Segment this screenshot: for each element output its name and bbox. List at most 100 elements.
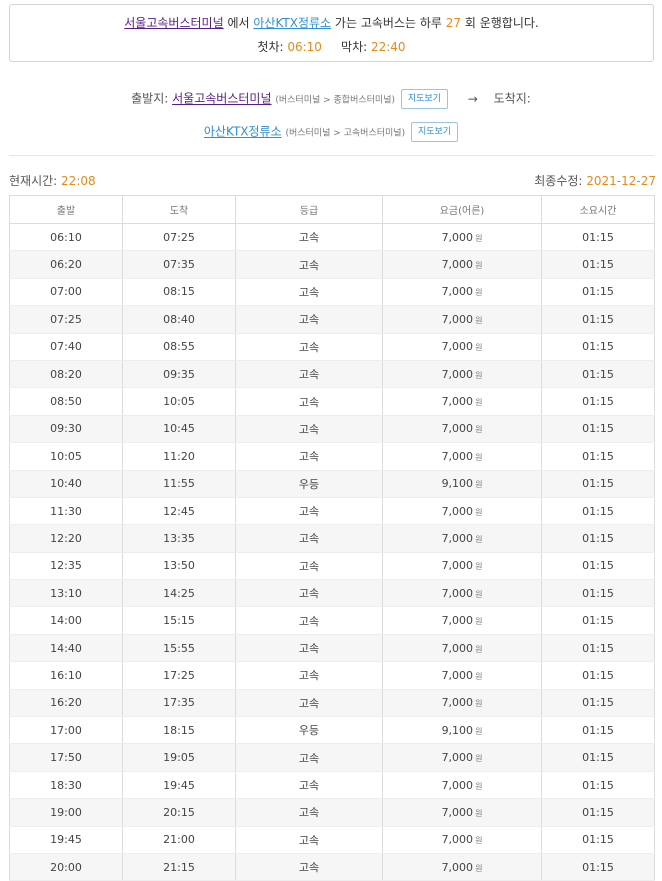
fare-amount: 7,000 (441, 641, 474, 655)
fare-amount: 7,000 (441, 230, 474, 244)
currency-unit: 원 (475, 261, 483, 271)
currency-unit: 원 (475, 425, 483, 435)
last-updated-value: 2021-12-27 (586, 174, 656, 188)
from-text: 에서 (227, 16, 250, 30)
departure-cell: 10:05 (9, 442, 123, 471)
departure-cell: 06:10 (9, 223, 123, 252)
currency-unit: 원 (475, 288, 483, 298)
currency-unit: 원 (475, 726, 483, 736)
fare-amount: 7,000 (441, 285, 474, 299)
currency-unit: 원 (475, 398, 483, 408)
table-row: 19:00 20:15 고속 7,000 원 01:15 (9, 798, 655, 827)
header-grade: 등급 (235, 195, 383, 224)
header-departure: 출발 (9, 195, 123, 224)
currency-unit: 원 (475, 452, 483, 462)
arrival-cell: 09:35 (122, 360, 236, 389)
departure-cell: 08:50 (9, 387, 123, 416)
timetable-header-row: 출발 도착 등급 요금(어른) 소요시간 (9, 195, 655, 224)
fare-cell: 7,000 원 (382, 826, 542, 854)
table-row: 17:00 18:15 우등 9,100 원 01:15 (9, 716, 655, 745)
departure-cell: 07:25 (9, 305, 123, 334)
departure-cell: 17:50 (9, 743, 123, 772)
grade-cell: 고속 (235, 661, 383, 690)
fare-amount: 7,000 (441, 449, 474, 463)
grade-cell: 고속 (235, 552, 383, 581)
grade-cell: 고속 (235, 826, 383, 854)
fare-amount: 7,000 (441, 668, 474, 682)
table-row: 11:30 12:45 고속 7,000 원 01:15 (9, 497, 655, 526)
fare-cell: 7,000 원 (382, 305, 542, 334)
timetable: 출발 도착 등급 요금(어른) 소요시간 06:10 07:25 고속 7,000 원 0… (9, 195, 655, 881)
arrival-cell: 07:35 (122, 250, 236, 279)
last-updated-label: 최종수정: (534, 174, 583, 188)
arrival-cell: 19:05 (122, 743, 236, 772)
arrival-cell: 13:50 (122, 552, 236, 581)
arrival-terminal-link[interactable]: 아산KTX정류소 (253, 16, 331, 30)
grade-cell: 우등 (235, 716, 383, 745)
route-departure-link[interactable]: 서울고속버스터미널 (172, 92, 271, 106)
currency-unit: 원 (475, 644, 483, 654)
grade-cell: 고속 (235, 250, 383, 279)
fare-amount: 7,000 (441, 805, 474, 819)
fare-amount: 7,000 (441, 778, 474, 792)
arrival-cell: 17:35 (122, 689, 236, 718)
departure-cell: 07:40 (9, 333, 123, 361)
arrival-cell: 08:55 (122, 333, 236, 361)
duration-cell: 01:15 (541, 606, 655, 635)
current-time-value: 22:08 (61, 174, 96, 188)
departure-path: (버스터미널 > 종합버스터미널) (275, 95, 395, 106)
fare-amount: 7,000 (441, 395, 474, 409)
arrival-path: (버스터미널 > 고속버스터미널) (285, 128, 406, 139)
first-bus-label: 첫차: (257, 40, 284, 54)
fare-cell: 7,000 원 (382, 579, 542, 608)
duration-cell: 01:15 (541, 305, 655, 334)
fare-cell: 7,000 원 (382, 497, 542, 526)
fare-amount: 7,000 (441, 312, 474, 326)
currency-unit: 원 (475, 699, 483, 709)
fare-cell: 7,000 원 (382, 250, 542, 279)
grade-cell: 고속 (235, 305, 383, 334)
table-row: 14:00 15:15 고속 7,000 원 01:15 (9, 606, 655, 635)
table-row: 14:40 15:55 고속 7,000 원 01:15 (9, 634, 655, 663)
route-departure-line: 출발지: 서울고속버스터미널 (버스터미널 > 종합버스터미널) 지도보기 → … (0, 89, 662, 110)
grade-cell: 고속 (235, 387, 383, 416)
table-row: 09:30 10:45 고속 7,000 원 01:15 (9, 415, 655, 444)
departure-cell: 07:00 (9, 278, 123, 307)
departure-cell: 19:00 (9, 798, 123, 827)
duration-cell: 01:15 (541, 689, 655, 718)
last-updated: 최종수정: 2021-12-27 (534, 172, 656, 189)
fare-amount: 7,000 (441, 696, 474, 710)
duration-cell: 01:15 (541, 387, 655, 416)
departure-cell: 16:20 (9, 689, 123, 718)
departure-map-button[interactable]: 지도보기 (400, 89, 448, 109)
fare-amount: 7,000 (441, 531, 474, 545)
arrival-map-button[interactable]: 지도보기 (410, 122, 459, 142)
table-row: 16:20 17:35 고속 7,000 원 01:15 (9, 689, 655, 718)
route-arrival-line: 아산KTX정류소 (버스터미널 > 고속버스터미널) 지도보기 (0, 122, 662, 143)
last-bus-time: 22:40 (370, 40, 406, 54)
grade-cell: 고속 (235, 771, 383, 800)
divider (9, 155, 654, 156)
header-duration: 소요시간 (541, 195, 655, 224)
currency-unit: 원 (475, 562, 483, 572)
arrival-cell: 15:55 (122, 634, 236, 663)
arrival-cell: 07:25 (122, 223, 236, 252)
header-arrival: 도착 (122, 195, 236, 224)
arrival-cell: 21:00 (122, 826, 236, 854)
table-row: 16:10 17:25 고속 7,000 원 01:15 (9, 661, 655, 690)
fare-cell: 7,000 원 (382, 771, 542, 800)
route-arrival-link[interactable]: 아산KTX정류소 (204, 125, 282, 139)
duration-cell: 01:15 (541, 250, 655, 279)
departure-label: 출발지: (131, 91, 169, 106)
arrival-cell: 15:15 (122, 606, 236, 635)
departure-terminal-link[interactable]: 서울고속버스터미널 (124, 16, 223, 30)
fare-cell: 7,000 원 (382, 442, 542, 471)
departure-cell: 08:20 (9, 360, 123, 389)
fare-amount: 7,000 (441, 559, 474, 573)
last-bus-label: 막차: (341, 40, 368, 54)
schedule-summary-box: 서울고속버스터미널 에서 아산KTX정류소 가는 고속버스는 하루 27 회 운… (9, 4, 654, 62)
fare-amount: 7,000 (441, 860, 474, 874)
arrival-cell: 08:15 (122, 278, 236, 307)
fare-amount: 7,000 (441, 504, 474, 518)
currency-unit: 원 (475, 370, 483, 380)
